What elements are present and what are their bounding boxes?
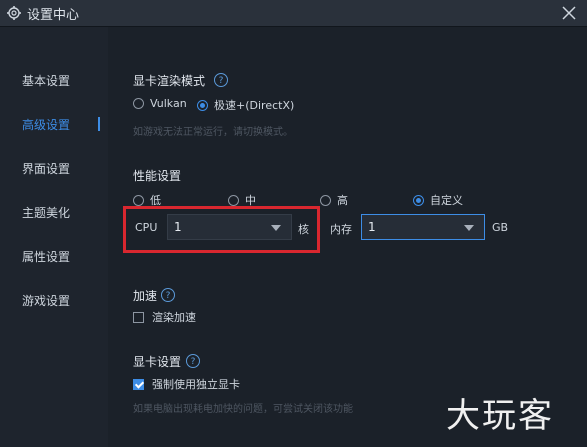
watermark-text: 大玩客	[446, 396, 554, 436]
chevron-down-icon	[271, 225, 281, 231]
checkbox-icon	[133, 311, 144, 323]
perf-option-custom[interactable]: 自定义	[413, 192, 463, 208]
perf-option-high[interactable]: 高	[320, 192, 348, 208]
memory-label: 内存	[330, 223, 352, 236]
active-indicator	[98, 117, 100, 131]
accel-title: 加速	[133, 289, 158, 303]
sidebar-item-basic[interactable]: 基本设置	[22, 72, 70, 89]
help-icon[interactable]: ?	[186, 354, 200, 368]
gpu-title: 显卡设置	[133, 355, 182, 369]
sidebar-item-advanced[interactable]: 高级设置	[22, 116, 70, 133]
radio-selected-icon	[413, 194, 424, 206]
radio-selected-icon	[197, 99, 208, 111]
render-mode-title: 显卡渲染模式	[133, 74, 206, 88]
sidebar-item-interface[interactable]: 界面设置	[22, 160, 70, 177]
radio-icon	[228, 194, 239, 206]
render-hint: 如游戏无法正常运行，请切换模式。	[133, 127, 293, 138]
render-option-vulkan[interactable]: Vulkan	[133, 97, 187, 110]
close-icon[interactable]	[560, 4, 578, 22]
gpu-hint: 如果电脑出现耗电加快的问题，可尝试关闭该功能	[133, 404, 353, 415]
performance-title: 性能设置	[133, 169, 182, 183]
perf-option-medium[interactable]: 中	[228, 192, 256, 208]
radio-icon	[133, 194, 144, 206]
memory-unit: GB	[492, 221, 509, 234]
radio-icon	[133, 98, 144, 109]
render-accel-checkbox[interactable]: 渲染加速	[133, 309, 196, 325]
help-icon[interactable]: ?	[161, 288, 175, 302]
perf-option-low[interactable]: 低	[133, 192, 161, 208]
sidebar	[0, 27, 108, 447]
sidebar-item-theme[interactable]: 主题美化	[22, 204, 70, 221]
help-icon[interactable]: ?	[214, 73, 228, 87]
render-option-directx[interactable]: 极速+(DirectX)	[197, 97, 294, 113]
cpu-select[interactable]: 1	[167, 214, 292, 240]
sidebar-item-properties[interactable]: 属性设置	[22, 248, 70, 265]
window-title: 设置中心	[27, 8, 80, 23]
checkbox-checked-icon	[133, 378, 144, 390]
gear-icon	[7, 6, 21, 20]
force-discrete-gpu-checkbox[interactable]: 强制使用独立显卡	[133, 376, 240, 392]
chevron-down-icon	[464, 225, 474, 231]
memory-select[interactable]: 1	[361, 214, 485, 240]
cpu-unit: 核	[298, 223, 309, 236]
title-bar: 设置中心	[0, 0, 587, 27]
sidebar-item-game[interactable]: 游戏设置	[22, 292, 70, 309]
cpu-label: CPU	[135, 221, 158, 234]
radio-icon	[320, 194, 331, 206]
